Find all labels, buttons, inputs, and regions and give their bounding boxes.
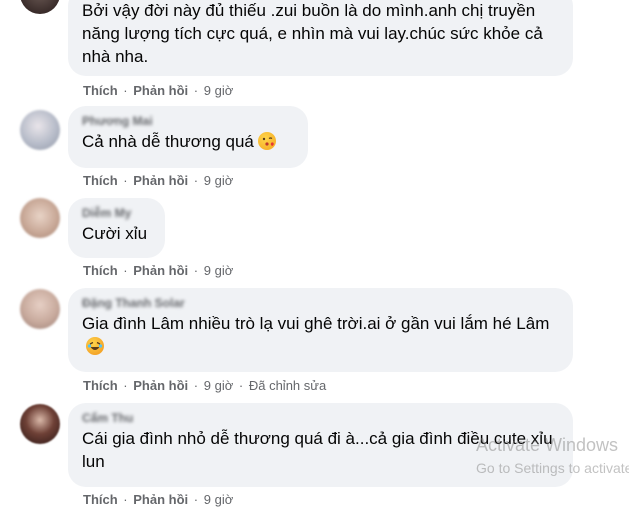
separator: ·: [123, 173, 128, 188]
comment-actions: Thích · Phản hồi · 9 giờ: [83, 492, 233, 508]
comment-author[interactable]: Diễm My: [82, 206, 153, 220]
comment-author[interactable]: Đặng Thanh Solar: [82, 296, 561, 310]
separator: ·: [193, 492, 199, 507]
reply-button[interactable]: Phản hồi: [133, 492, 188, 507]
separator: ·: [193, 83, 199, 98]
laughing-face-icon: [86, 337, 104, 355]
comment-bubble: Cẩm Thu Cái gia đình nhỏ dễ thương quá đ…: [68, 403, 573, 487]
separator: ·: [238, 378, 244, 393]
comment-author[interactable]: Cẩm Thu: [82, 411, 561, 425]
separator: ·: [123, 378, 128, 393]
comment-text: Cả nhà dễ thương quá: [82, 132, 254, 151]
like-button[interactable]: Thích: [83, 83, 118, 98]
comment-time[interactable]: 9 giờ: [204, 173, 234, 188]
comment-bubble: Bởi vậy đời này đủ thiếu .zui buồn là do…: [68, 0, 573, 76]
comment-time[interactable]: 9 giờ: [204, 83, 234, 98]
comment-author[interactable]: Phương Mai: [82, 114, 296, 128]
separator: ·: [123, 492, 128, 507]
comment-bubble: Phương Mai Cả nhà dễ thương quá: [68, 106, 308, 168]
separator: ·: [123, 83, 128, 98]
like-button[interactable]: Thích: [83, 378, 118, 393]
comment-text: Cười xỉu: [82, 224, 148, 243]
comment-actions: Thích · Phản hồi · 9 giờ: [83, 173, 233, 189]
comment-actions: Thích · Phản hồi · 9 giờ · Đã chỉnh sửa: [83, 378, 326, 394]
comment-actions: Thích · Phản hồi · 9 giờ: [83, 83, 233, 99]
avatar[interactable]: [20, 0, 60, 14]
separator: ·: [193, 173, 199, 188]
separator: ·: [193, 378, 199, 393]
separator: ·: [193, 263, 199, 278]
comment-text: Cái gia đình nhỏ dễ thương quá đi à...cả…: [82, 429, 553, 471]
edited-label[interactable]: Đã chỉnh sửa: [249, 378, 326, 393]
comment-actions: Thích · Phản hồi · 9 giờ: [83, 263, 233, 279]
reply-button[interactable]: Phản hồi: [133, 83, 188, 98]
like-button[interactable]: Thích: [83, 173, 118, 188]
kissing-face-icon: [257, 132, 276, 150]
avatar[interactable]: [20, 198, 60, 238]
avatar[interactable]: [20, 289, 60, 329]
comment-text-line: Gia đình Lâm nhiều trò lạ vui ghê trời.a…: [82, 312, 561, 358]
comment-time[interactable]: 9 giờ: [204, 378, 234, 393]
comment-time[interactable]: 9 giờ: [204, 492, 234, 507]
separator: ·: [123, 263, 128, 278]
reply-button[interactable]: Phản hồi: [133, 263, 188, 278]
comment-time[interactable]: 9 giờ: [204, 263, 234, 278]
reply-button[interactable]: Phản hồi: [133, 173, 188, 188]
like-button[interactable]: Thích: [83, 263, 118, 278]
avatar[interactable]: [20, 404, 60, 444]
reply-button[interactable]: Phản hồi: [133, 378, 188, 393]
comment-bubble: Diễm My Cười xỉu: [68, 198, 165, 258]
comment-text-line: Cả nhà dễ thương quá: [82, 130, 296, 153]
like-button[interactable]: Thích: [83, 492, 118, 507]
comment-text: Bởi vậy đời này đủ thiếu .zui buồn là do…: [82, 1, 543, 66]
comment-bubble: Đặng Thanh Solar Gia đình Lâm nhiều trò …: [68, 288, 573, 372]
comment-text: Gia đình Lâm nhiều trò lạ vui ghê trời.a…: [82, 314, 550, 333]
avatar[interactable]: [20, 110, 60, 150]
